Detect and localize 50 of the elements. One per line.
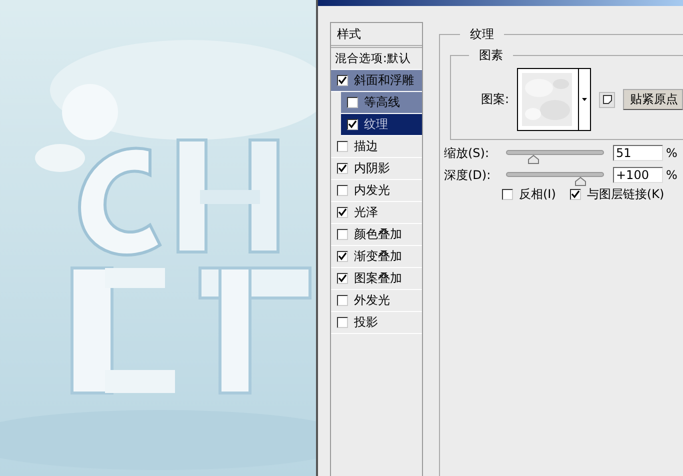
slider-thumb[interactable]: [528, 152, 539, 162]
checkbox[interactable]: [337, 251, 348, 262]
list-header: 样式: [331, 23, 422, 48]
checkbox[interactable]: [502, 189, 513, 200]
checkbox[interactable]: [337, 163, 348, 174]
input-field[interactable]: +100: [613, 167, 663, 183]
style-label[interactable]: 光泽: [354, 204, 378, 221]
style-label[interactable]: 投影: [354, 314, 378, 331]
style-label[interactable]: 等高线: [364, 94, 400, 111]
style-label[interactable]: 纹理: [364, 116, 388, 133]
unit-label: %: [666, 146, 678, 160]
list-item-highlight[interactable]: 等高线: [341, 92, 422, 114]
checkbox[interactable]: [337, 229, 348, 240]
slider-track[interactable]: [506, 150, 604, 162]
pattern-label: 图案:: [480, 91, 509, 108]
group-title: 纹理: [469, 26, 495, 43]
list-item-highlight[interactable]: 斜面和浮雕: [331, 70, 422, 92]
slider-label: 缩放(S):: [444, 144, 490, 162]
checkbox[interactable]: [337, 207, 348, 218]
checkbox[interactable]: [347, 97, 358, 108]
checkbox[interactable]: [337, 185, 348, 196]
pattern-picker[interactable]: [517, 68, 591, 131]
checkbox[interactable]: [570, 189, 581, 200]
unit-label: %: [666, 168, 678, 182]
style-label[interactable]: 描边: [354, 138, 378, 155]
slider-label: 深度(D):: [444, 166, 492, 184]
style-label[interactable]: 内阴影: [354, 160, 390, 177]
checkbox-label[interactable]: 反相(I): [519, 186, 556, 203]
checkbox[interactable]: [337, 317, 348, 328]
checkbox[interactable]: [337, 141, 348, 152]
style-label[interactable]: 颜色叠加: [354, 226, 402, 243]
group-title: 图素: [478, 47, 504, 64]
checkbox[interactable]: [337, 295, 348, 306]
new-preset-button[interactable]: [599, 92, 615, 108]
style-label[interactable]: 外发光: [354, 292, 390, 309]
input-field[interactable]: 51: [613, 145, 663, 161]
slider-track[interactable]: [506, 172, 604, 184]
checkbox-label[interactable]: 与图层链接(K): [586, 186, 664, 203]
caret-icon: [582, 98, 587, 101]
slider-thumb[interactable]: [574, 174, 586, 184]
snap-to-origin-button[interactable]: 贴紧原点: [623, 89, 683, 110]
checkbox[interactable]: [347, 119, 358, 130]
checkbox[interactable]: [337, 273, 348, 284]
page-icon: [602, 95, 612, 104]
checkbox[interactable]: [337, 75, 348, 86]
list-item-highlight[interactable]: 纹理: [341, 114, 422, 136]
style-label[interactable]: 图案叠加: [354, 270, 402, 287]
style-label[interactable]: 斜面和浮雕: [354, 72, 414, 89]
style-label[interactable]: 内发光: [354, 182, 390, 199]
style-label[interactable]: 渐变叠加: [354, 248, 402, 265]
